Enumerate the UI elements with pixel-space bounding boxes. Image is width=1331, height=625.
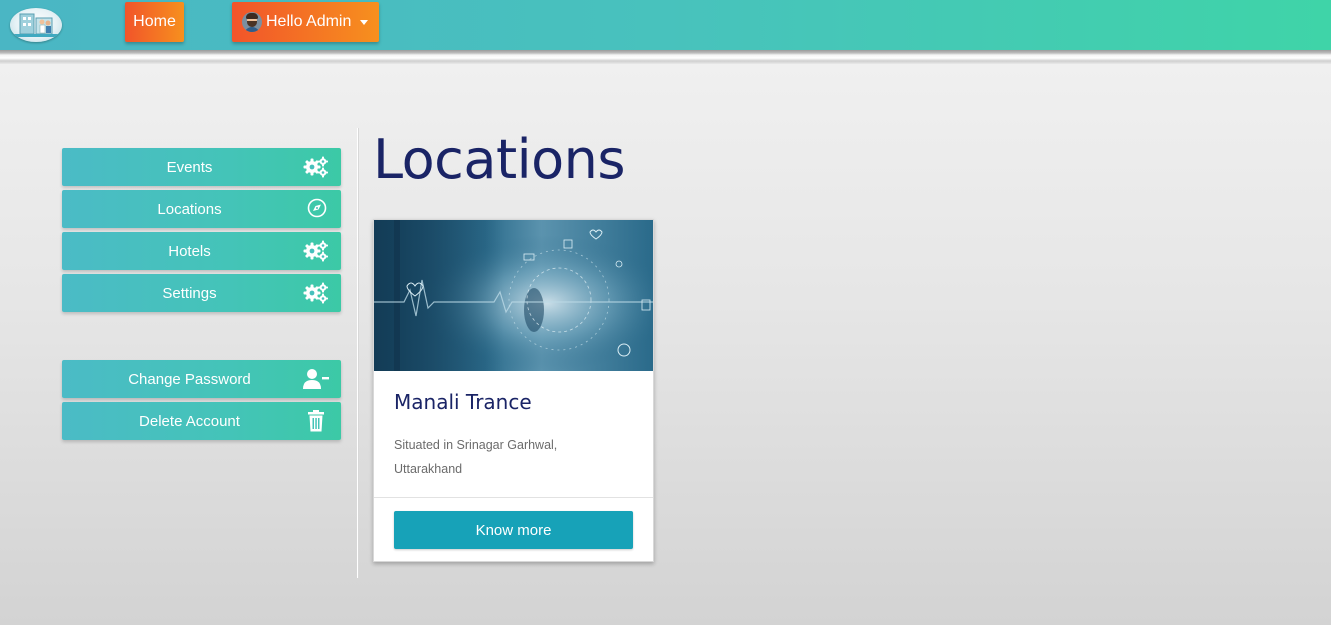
page-title: Locations <box>373 128 626 191</box>
gears-icon <box>303 282 328 304</box>
trash-icon <box>308 410 324 432</box>
user-minus-icon <box>303 369 329 389</box>
sidebar-item-label: Settings <box>162 284 217 302</box>
sidebar-item-events[interactable]: Events <box>62 148 341 186</box>
know-more-button[interactable]: Know more <box>394 511 633 549</box>
home-button[interactable]: Home <box>125 2 184 42</box>
card-title: Manali Trance <box>394 390 532 414</box>
user-menu-label: Hello Admin <box>266 13 352 30</box>
card-description: Situated in Srinagar Garhwal, Uttarakhan… <box>394 438 558 476</box>
hospital-logo-icon[interactable] <box>10 8 62 42</box>
sidebar-item-label: Change Password <box>128 370 251 388</box>
sidebar-item-hotels[interactable]: Hotels <box>62 232 341 270</box>
home-button-label: Home <box>133 13 176 30</box>
sidebar-item-label: Locations <box>157 200 222 218</box>
location-card: Manali Trance Situated in Srinagar Garhw… <box>373 219 654 562</box>
sidebar-item-label: Delete Account <box>139 412 240 430</box>
sidebar-item-settings[interactable]: Settings <box>62 274 341 312</box>
compass-icon <box>307 198 327 218</box>
change-password-button[interactable]: Change Password <box>62 360 341 398</box>
content-divider <box>357 128 358 578</box>
gears-icon <box>303 240 328 262</box>
user-avatar-icon <box>242 12 262 32</box>
gears-icon <box>303 156 328 178</box>
know-more-button-label: Know more <box>475 521 552 539</box>
delete-account-button[interactable]: Delete Account <box>62 402 341 440</box>
header-divider <box>0 50 1331 64</box>
sidebar-item-label: Hotels <box>168 242 211 260</box>
caret-down-icon <box>360 19 369 25</box>
user-menu-dropdown[interactable]: Hello Admin <box>232 2 379 42</box>
sidebar-item-locations[interactable]: Locations <box>62 190 341 228</box>
medical-tech-image <box>374 220 653 371</box>
card-divider <box>374 497 653 498</box>
sidebar-item-label: Events <box>166 158 213 176</box>
top-navbar: Home Hello Admin <box>0 0 1331 50</box>
